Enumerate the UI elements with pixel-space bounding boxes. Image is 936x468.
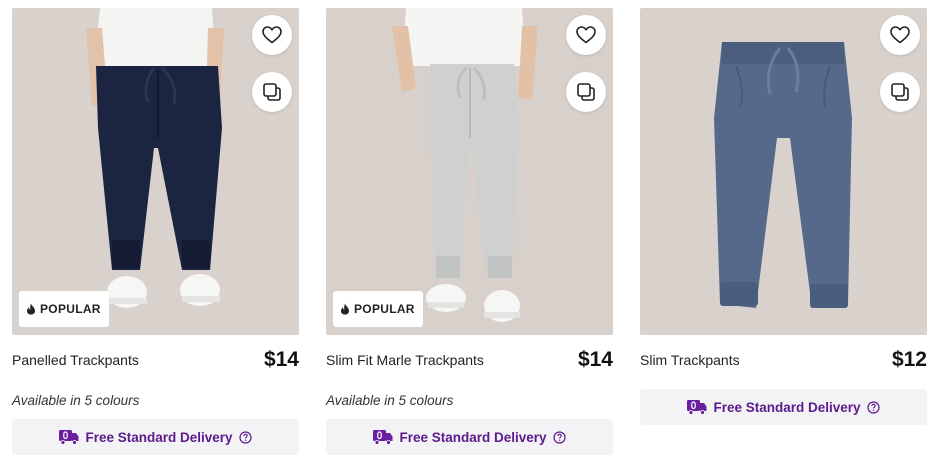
badge-label: POPULAR — [40, 302, 101, 316]
flame-icon — [27, 303, 35, 315]
delivery-truck-icon — [59, 430, 79, 445]
compare-icon — [891, 83, 909, 101]
info-icon[interactable] — [552, 430, 566, 444]
product-image[interactable]: POPULAR — [326, 8, 613, 335]
popular-badge: POPULAR — [19, 291, 109, 327]
delivery-label: Free Standard Delivery — [85, 429, 233, 445]
heart-icon — [262, 26, 282, 44]
favourite-button[interactable] — [880, 15, 920, 55]
product-price: $14 — [577, 348, 613, 371]
product-photo — [12, 8, 299, 335]
heart-icon — [890, 26, 910, 44]
product-card[interactable]: Slim Trackpants $12 Free Standard Delive… — [640, 8, 927, 425]
favourite-button[interactable] — [566, 15, 606, 55]
delivery-truck-icon — [373, 430, 393, 445]
delivery-truck-icon — [687, 400, 707, 415]
product-card[interactable]: POPULAR Slim Fit Marle Trackpants $14 Av… — [326, 8, 613, 455]
compare-icon — [577, 83, 595, 101]
compare-button[interactable] — [252, 72, 292, 112]
product-card[interactable]: POPULAR Panelled Trackpants $14 Availabl… — [12, 8, 299, 455]
product-price: $12 — [891, 348, 927, 371]
delivery-banner[interactable]: Free Standard Delivery — [640, 389, 927, 425]
favourite-button[interactable] — [252, 15, 292, 55]
delivery-label: Free Standard Delivery — [713, 399, 861, 415]
colour-availability: Available in 5 colours — [12, 393, 140, 408]
delivery-banner[interactable]: Free Standard Delivery — [326, 419, 613, 455]
colour-availability: Available in 5 colours — [326, 393, 454, 408]
delivery-label: Free Standard Delivery — [399, 429, 547, 445]
compare-button[interactable] — [566, 72, 606, 112]
product-price: $14 — [263, 348, 299, 371]
product-name[interactable]: Slim Trackpants — [640, 352, 740, 368]
product-image[interactable] — [640, 8, 927, 335]
product-photo — [640, 8, 927, 335]
product-name[interactable]: Panelled Trackpants — [12, 352, 139, 368]
popular-badge: POPULAR — [333, 291, 423, 327]
compare-button[interactable] — [880, 72, 920, 112]
flame-icon — [341, 303, 349, 315]
compare-icon — [263, 83, 281, 101]
delivery-banner[interactable]: Free Standard Delivery — [12, 419, 299, 455]
product-name[interactable]: Slim Fit Marle Trackpants — [326, 352, 484, 368]
info-icon[interactable] — [238, 430, 252, 444]
product-image[interactable]: POPULAR — [12, 8, 299, 335]
heart-icon — [576, 26, 596, 44]
product-photo — [326, 8, 613, 335]
badge-label: POPULAR — [354, 302, 415, 316]
info-icon[interactable] — [866, 400, 880, 414]
